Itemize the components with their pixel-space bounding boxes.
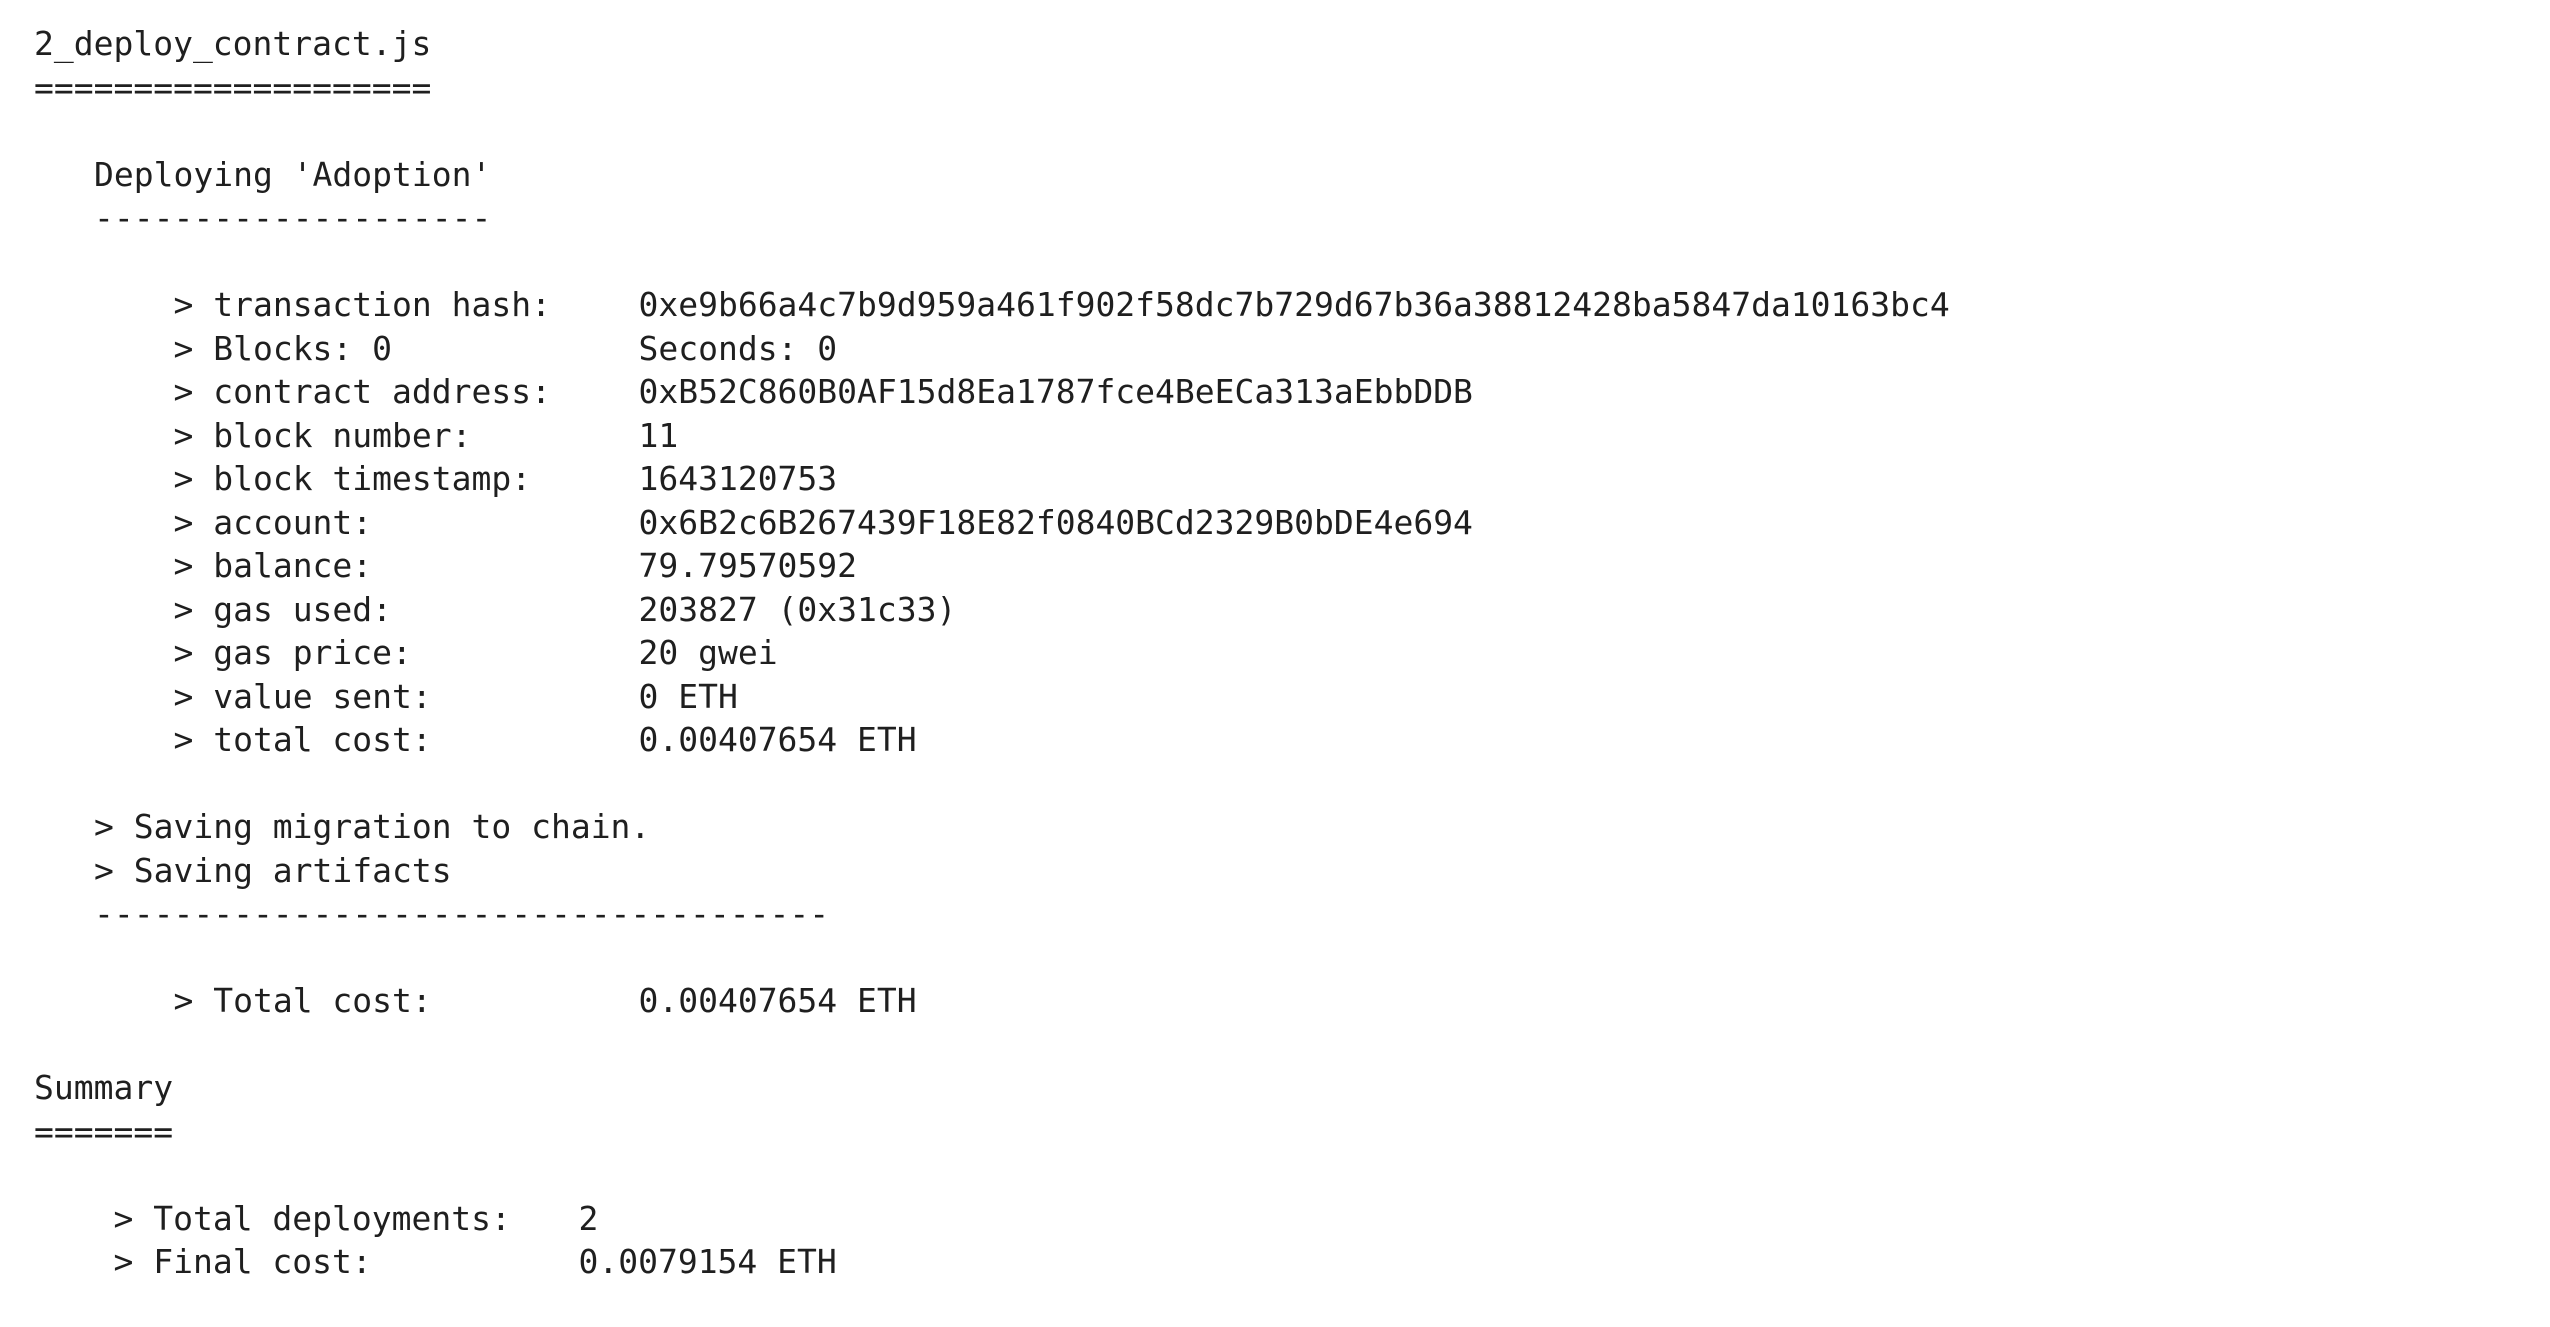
detail-label: > gas price: (173, 633, 412, 672)
detail-label: > transaction hash: (173, 285, 551, 324)
total-cost-label: > Total cost: (173, 981, 432, 1020)
file-name: 2_deploy_contract.js (34, 24, 432, 63)
detail-value: Seconds: 0 (638, 328, 838, 368)
detail-value: 11 (638, 415, 679, 455)
saving-artifacts-line: > Saving artifacts (94, 850, 452, 890)
total-cost-value: 0.00407654 ETH (638, 981, 917, 1020)
detail-label: > block number: (173, 415, 472, 455)
detail-value: 1643120753 (638, 459, 838, 498)
summary-heading: Summary (34, 1068, 174, 1107)
detail-value: 79.79570592 (638, 546, 858, 585)
detail-value: 0xe9b66a4c7b9d959a461f902f58dc7b729d67b3… (638, 285, 1950, 324)
deploy-heading: Deploying 'Adoption' (94, 154, 492, 194)
detail-label: > total cost: (173, 720, 432, 759)
saving-migration-line: > Saving migration to chain. (94, 807, 651, 846)
detail-label: > account: (173, 502, 373, 542)
detail-label: > Blocks: 0 (173, 328, 393, 368)
detail-label: > block timestamp: (173, 459, 532, 498)
detail-label: > gas used: (173, 589, 393, 629)
detail-value: 203827 (0x31c33) (638, 589, 957, 629)
summary-deployments-row: > Total deployments: 2 (34, 1153, 1950, 1238)
terminal-output: 2_deploy_contract.js ===================… (34, 22, 1950, 1281)
detail-value: 0.00407654 ETH (638, 720, 917, 759)
summary-underline: ======= (34, 1111, 174, 1151)
detail-value: 0xB52C860B0AF15d8Ea1787fce4BeECa313aEbbD… (638, 372, 1473, 411)
detail-value: 0 ETH (638, 676, 738, 716)
detail-row-transaction-hash: > transaction hash: 0xe9b66a4c7b9d959a461… (34, 240, 1949, 324)
summary-final-cost-value: 0.0079154 ETH (578, 1242, 837, 1281)
deploy-underline: -------------------- (94, 198, 492, 237)
detail-value: 20 gwei (638, 633, 778, 672)
detail-value: 0x6B2c6B267439F18E82f0840BCd2329B0bDE4e6… (638, 502, 1473, 542)
deploy-total-cost-row: > Total cost: 0.00407654 ETH (34, 936, 1950, 1020)
detail-label: > value sent: (173, 676, 432, 716)
summary-deployments-label: > Total deployments: (113, 1198, 511, 1238)
file-underline: ==================== (34, 67, 432, 107)
detail-label: > balance: (173, 546, 373, 585)
separator-line: ------------------------------------- (94, 894, 830, 933)
summary-final-cost-label: > Final cost: (113, 1242, 372, 1281)
summary-deployments-value: 2 (578, 1198, 599, 1238)
detail-label: > contract address: (173, 372, 551, 411)
